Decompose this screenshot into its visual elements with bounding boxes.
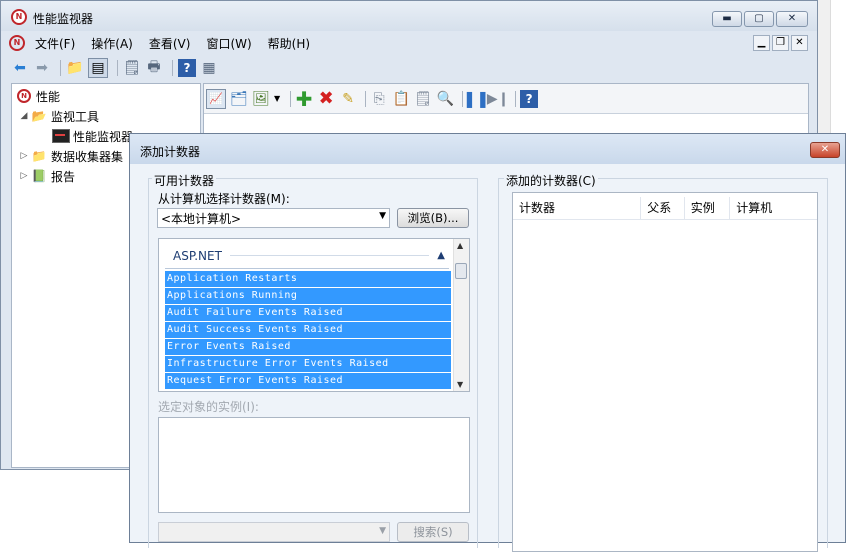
properties-icon[interactable]: 🗒 [414,90,432,108]
list-item[interactable]: Applications Running [165,288,451,304]
properties-icon[interactable]: 🗒 [123,59,141,77]
monitor-toolbar: 📈 🗂 🖼 ▼ ✚ ✖ ✎ ⎘ 📋 🗒 🔍 ❚❚ ▶❙ ? [204,84,808,114]
available-counters-label: 可用计数器 [152,172,217,189]
dropdown-arrow-icon: ▼ [379,211,386,221]
add-counter-icon[interactable]: ✚ [295,87,313,111]
list-item[interactable]: Infrastructure Error Events Raised [165,356,451,372]
column-instance[interactable]: 实例 [685,196,731,219]
graph-type-dropdown-icon[interactable]: ▼ [274,94,280,103]
computer-select-value: <本地计算机> [161,211,242,226]
maximize-button[interactable]: ▢ [744,11,774,27]
show-hide-tree-icon[interactable]: ▤ [88,58,108,78]
copy-properties-icon[interactable]: ⎘ [370,90,388,108]
up-folder-icon[interactable]: 📁 [66,59,84,77]
mdi-close-button[interactable]: ✕ [791,35,808,51]
collapse-arrow-icon[interactable]: ◢ [18,111,30,121]
minimize-button[interactable]: ▬ [712,11,742,27]
mdi-restore-button[interactable]: ❐ [772,35,789,51]
computer-select[interactable]: <本地计算机> ▼ [157,208,390,228]
dropdown-arrow-icon: ▼ [379,526,386,536]
forward-arrow-icon[interactable]: ➡ [33,59,51,77]
list-item[interactable]: Error Events Raised [165,339,451,355]
collapse-chevron-icon[interactable]: ▲ [437,250,445,261]
tree-label-performance: 性能 [36,89,61,104]
menu-file[interactable]: 文件(F) [35,35,75,52]
scroll-up-icon[interactable]: ▲ [457,241,463,250]
tree-label-monitoring-tools: 监视工具 [51,109,100,124]
added-counters-label: 添加的计数器(C) [504,172,598,189]
title-bar: N 性能监视器 [1,1,817,31]
reports-icon: 📗 [31,169,47,183]
paste-counter-icon[interactable]: 📋 [392,90,410,108]
tree-item-reports[interactable]: ▷ 📗 报告 [18,166,75,186]
menu-window[interactable]: 窗口(W) [206,35,251,52]
tree-label-data-collector-sets: 数据收集器集 [51,149,124,164]
instances-list[interactable] [158,417,470,513]
mdi-app-icon[interactable]: N [9,35,25,51]
menu-view[interactable]: 查看(V) [149,35,191,52]
tree-item-performance-monitor[interactable]: 性能监视器 [52,126,133,146]
main-toolbar: ⬅ ➡ 📁 ▤ 🗒 🖶 ? ▦ [11,57,411,79]
performance-icon: N [15,88,33,104]
counter-list: ASP.NET ▲ Application Restarts Applicati… [158,238,470,392]
window-title: 性能监视器 [33,12,94,26]
scroll-thumb[interactable] [455,263,467,279]
add-counters-dialog: 添加计数器 ✕ 可用计数器 从计算机选择计数器(M): <本地计算机> ▼ 浏览… [129,133,846,552]
tree-item-performance[interactable]: N 性能 [15,86,60,106]
close-button[interactable]: ✕ [776,11,808,27]
back-arrow-icon[interactable]: ⬅ [11,59,29,77]
app-icon: N [11,9,27,25]
counter-group-header[interactable]: ASP.NET ▲ [165,243,449,269]
search-button[interactable]: 搜索(S) [397,522,469,542]
expand-arrow-icon[interactable]: ▷ [18,151,30,161]
expand-arrow-icon[interactable]: ▷ [18,171,30,181]
menu-bar: N 文件(F) 操作(A) 查看(V) 窗口(W) 帮助(H) [9,33,749,53]
list-item[interactable]: Request Error Events Raised [165,373,451,389]
print-icon[interactable]: 🖶 [145,59,163,77]
window-view-icon[interactable]: ▦ [200,59,218,77]
freeze-display-icon[interactable]: ❚❚ [463,89,490,108]
counter-list-scrollbar[interactable]: ▲ ▼ [453,239,469,391]
list-item[interactable]: Audit Success Events Raised [165,322,451,338]
counter-group-name: ASP.NET [173,248,222,263]
chart-monitor-icon [52,128,70,144]
highlight-icon[interactable]: ✎ [339,90,357,108]
folder-icon: 📂 [31,109,47,123]
dialog-close-button[interactable]: ✕ [810,142,840,158]
dialog-title-bar: 添加计数器 ✕ [130,134,845,164]
column-parent[interactable]: 父系 [641,196,685,219]
delete-counter-icon[interactable]: ✖ [317,88,335,109]
update-data-icon[interactable]: ▶❙ [487,90,510,108]
tree-item-monitoring-tools[interactable]: ◢ 📂 监视工具 [18,106,99,126]
browse-button[interactable]: 浏览(B)... [397,208,469,228]
help-icon[interactable]: ? [520,89,539,108]
tree-item-data-collector-sets[interactable]: ▷ 📁 数据收集器集 [18,146,123,166]
instances-label: 选定对象的实例(I): [158,400,259,414]
column-computer[interactable]: 计算机 [730,197,817,219]
change-graph-type-icon[interactable]: 🖼 [252,90,270,108]
list-item[interactable]: Application Restarts [165,271,451,287]
counter-rows: Application Restarts Applications Runnin… [165,271,451,390]
list-item[interactable]: Audit Failure Events Raised [165,305,451,321]
table-header: 计数器 父系 实例 计算机 [513,196,817,220]
scroll-down-icon[interactable]: ▼ [457,380,463,389]
tree-label-reports: 报告 [51,169,76,184]
instances-search-input[interactable]: ▼ [158,522,390,542]
menu-action[interactable]: 操作(A) [91,35,133,52]
data-collector-icon: 📁 [31,149,47,163]
added-counters-table: 计数器 父系 实例 计算机 [512,192,818,552]
dialog-title: 添加计数器 [140,145,201,159]
view-graph-icon[interactable]: 📈 [206,88,226,109]
help-icon[interactable]: ? [178,59,196,77]
select-from-computer-label: 从计算机选择计数器(M): [158,192,290,206]
menu-help[interactable]: 帮助(H) [268,35,310,52]
column-counter[interactable]: 计数器 [513,196,642,219]
tree-label-performance-monitor: 性能监视器 [73,129,134,144]
mdi-minimize-button[interactable]: ▁ [753,35,770,51]
view-data-icon[interactable]: 🗂 [230,90,248,108]
zoom-icon[interactable]: 🔍 [436,90,454,108]
